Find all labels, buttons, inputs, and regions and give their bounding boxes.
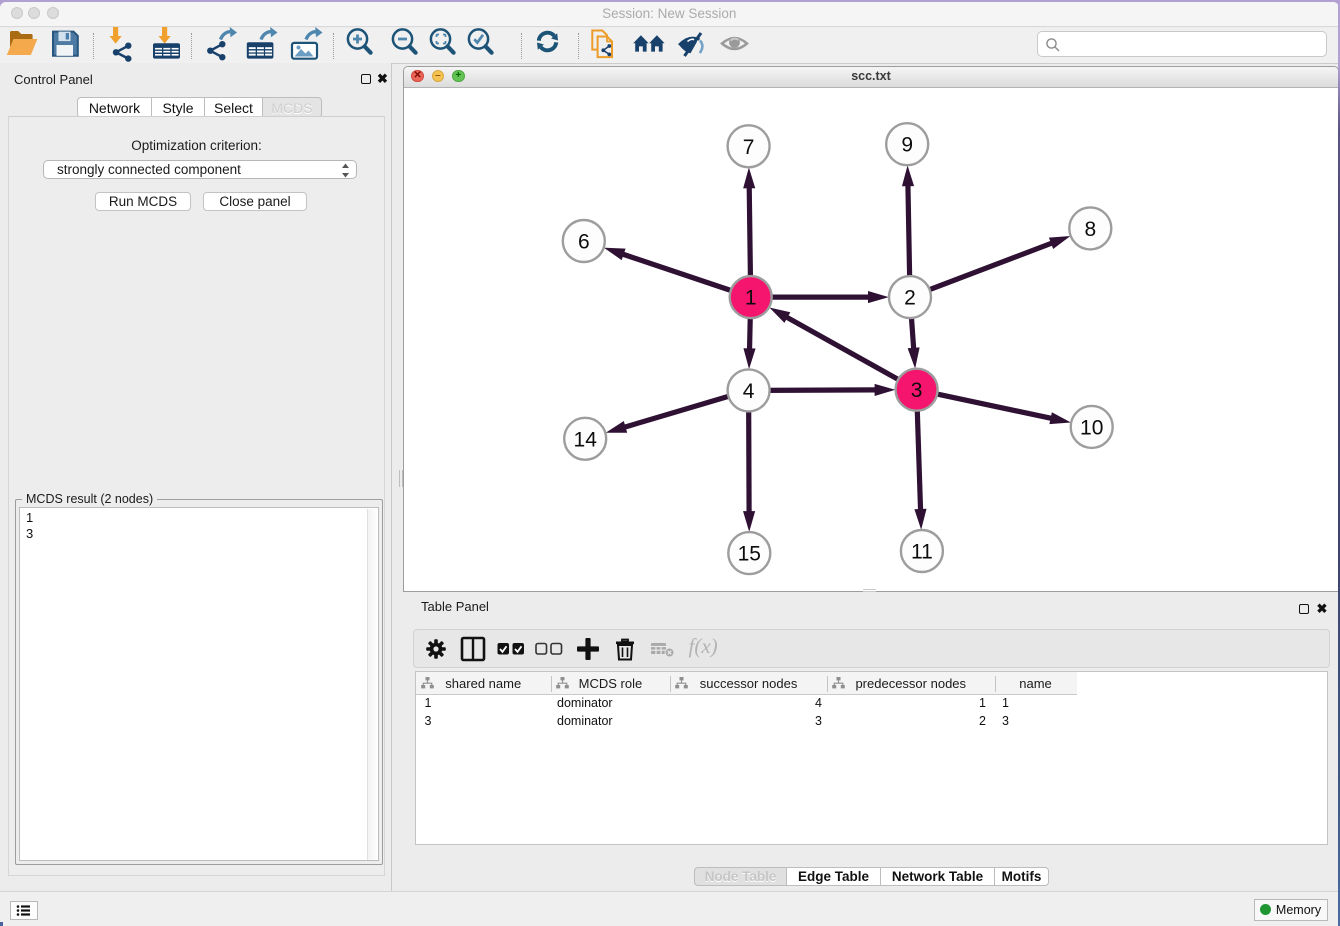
svg-text:3: 3 — [911, 379, 923, 402]
svg-text:9: 9 — [901, 134, 913, 157]
svg-text:2: 2 — [904, 287, 916, 310]
svg-text:4: 4 — [743, 380, 755, 403]
svg-text:6: 6 — [578, 231, 590, 254]
svg-text:11: 11 — [911, 541, 933, 564]
svg-text:15: 15 — [738, 543, 761, 566]
svg-text:8: 8 — [1084, 218, 1096, 241]
svg-text:10: 10 — [1080, 416, 1103, 439]
svg-text:1: 1 — [745, 287, 757, 310]
svg-text:7: 7 — [743, 136, 755, 159]
svg-text:14: 14 — [574, 428, 598, 451]
